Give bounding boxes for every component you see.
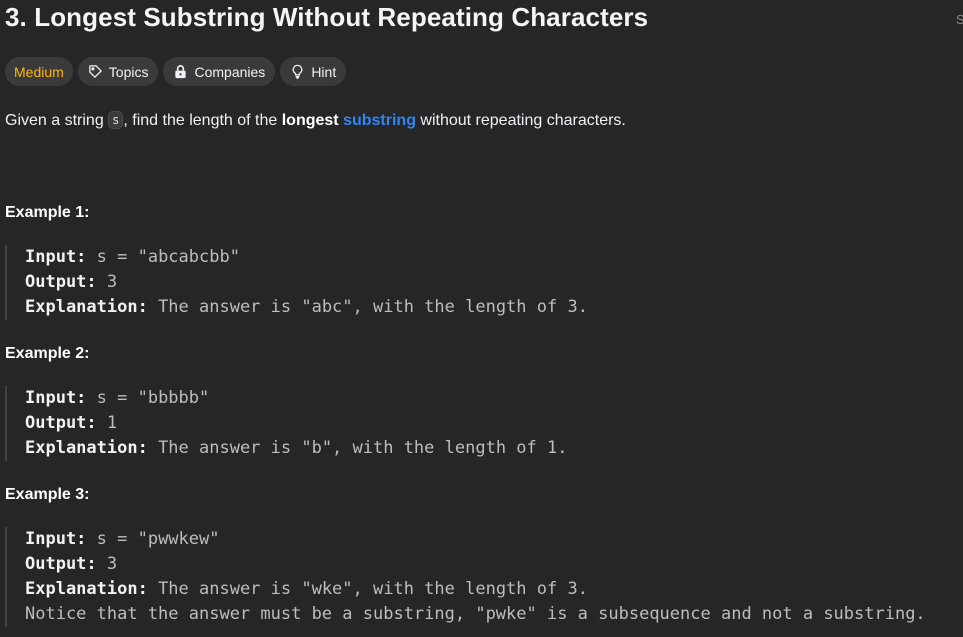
companies-label: Companies bbox=[194, 63, 266, 80]
example-3-heading: Example 3: bbox=[5, 486, 90, 503]
example-3-block: Input: s = "pwwkew" Output: 3 Explanatio… bbox=[5, 527, 963, 627]
example-3-note: Notice that the answer must be a substri… bbox=[25, 604, 926, 624]
emphasis-longest: longest bbox=[281, 112, 339, 129]
lock-icon bbox=[175, 65, 187, 79]
hint-label: Hint bbox=[311, 63, 337, 80]
tag-icon bbox=[89, 65, 102, 79]
difficulty-badge[interactable]: Medium bbox=[5, 57, 73, 86]
inline-code-s: s bbox=[108, 111, 124, 129]
topics-button[interactable]: Topics bbox=[77, 57, 159, 86]
example-1-block: Input: s = "abcabcbb" Output: 3 Explanat… bbox=[5, 245, 963, 320]
example-2-block: Input: s = "bbbbb" Output: 1 Explanation… bbox=[5, 386, 963, 461]
hint-button[interactable]: Hint bbox=[280, 57, 347, 86]
example-1-heading: Example 1: bbox=[5, 204, 90, 221]
tag-bar: Medium Topics Companies Hint bbox=[5, 57, 347, 86]
companies-button[interactable]: Companies bbox=[163, 57, 276, 86]
lightbulb-icon bbox=[292, 64, 303, 79]
problem-title: 3. Longest Substring Without Repeating C… bbox=[5, 2, 649, 32]
substring-link[interactable]: substring bbox=[343, 112, 416, 129]
problem-statement: Given a string s, find the length of the… bbox=[5, 111, 626, 129]
problem-description-panel: 3. Longest Substring Without Repeating C… bbox=[0, 0, 963, 637]
clipped-edge-text: S bbox=[956, 12, 963, 27]
topics-label: Topics bbox=[108, 63, 149, 80]
example-2-heading: Example 2: bbox=[5, 345, 90, 362]
